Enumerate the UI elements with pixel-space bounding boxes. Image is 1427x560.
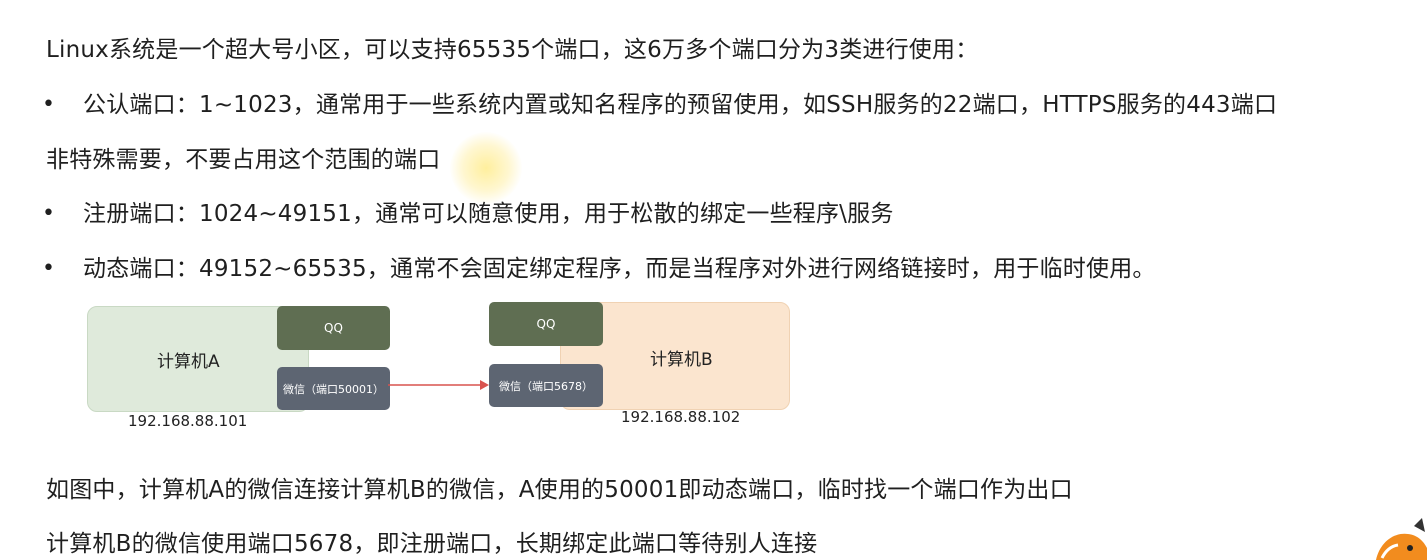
computer-a-wechat: 微信（端口50001） [277,367,390,410]
connection-arrow [388,380,489,390]
bullet-dot: • [42,92,55,117]
bullet-continuation-text: 非特殊需要，不要占用这个范围的端口 [46,147,441,173]
bullet-dynamic-ports: 动态端口：49152~65535，通常不会固定绑定程序，而是当程序对外进行网络链… [83,256,1156,282]
intro-text: Linux系统是一个超大号小区，可以支持65535个端口，这6万多个端口分为3类… [46,37,979,63]
computer-a-ip: 192.168.88.101 [128,412,248,430]
computer-b-ip: 192.168.88.102 [621,408,741,426]
computer-b-label: 计算机B [650,350,713,370]
bullet-dot: • [42,201,55,226]
explanation-line-1: 如图中，计算机A的微信连接计算机B的微信，A使用的50001即动态端口，临时找一… [46,477,1073,503]
bullet-registered-ports: 注册端口：1024~49151，通常可以随意使用，用于松散的绑定一些程序\服务 [83,201,894,227]
bullet-well-known-ports: 公认端口：1~1023，通常用于一些系统内置或知名程序的预留使用，如SSH服务的… [83,92,1278,118]
mascot-icon [1376,518,1427,560]
computer-b-wechat: 微信（端口5678） [489,364,603,407]
cursor-highlight [450,132,522,204]
computer-a-qq: QQ [277,306,390,350]
bullet-dot: • [42,256,55,281]
computer-b-qq: QQ [489,302,603,346]
explanation-line-2: 计算机B的微信使用端口5678，即注册端口，长期绑定此端口等待别人连接 [46,531,818,557]
computer-a-label: 计算机A [157,352,220,372]
